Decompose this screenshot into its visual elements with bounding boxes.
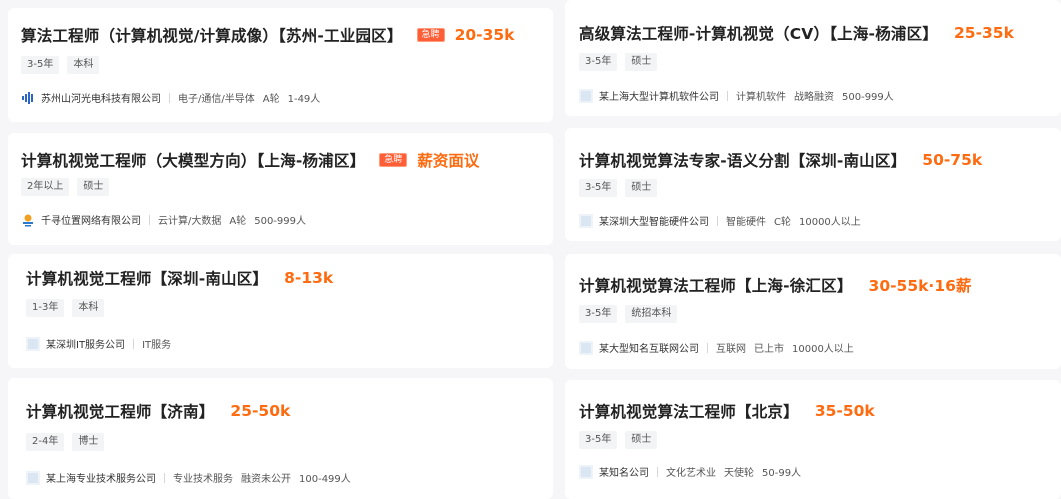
tag-experience: 2年以上 <box>21 178 70 196</box>
company-name[interactable]: 苏州山河光电科技有限公司 <box>41 90 161 105</box>
job-card[interactable]: 计算机视觉工程师【深圳-南山区】 8-13k 1-3年 本科 某深圳IT服务公司… <box>8 254 553 368</box>
company-name[interactable]: 千寻位置网络有限公司 <box>41 212 141 227</box>
company-industry: 互联网 <box>716 344 746 355</box>
tag-experience: 2-4年 <box>26 433 65 451</box>
company-industry: 计算机软件 <box>736 92 786 103</box>
job-card[interactable]: 计算机视觉算法工程师【上海-徐汇区】 30-55k·16薪 3-5年 统招本科 … <box>565 254 1061 369</box>
job-card[interactable]: 算法工程师（计算机视觉/计算成像）【苏州-工业园区】 急聘 20-35k 3-5… <box>8 8 553 122</box>
salary: 30-55k·16薪 <box>868 277 972 295</box>
tag-education: 统招本科 <box>625 305 678 323</box>
company-industry: 专业技术服务 <box>173 474 233 485</box>
tag-education: 本科 <box>72 299 105 317</box>
company-logo-icon <box>26 470 40 485</box>
salary: 8-13k <box>284 269 334 287</box>
job-title[interactable]: 计算机视觉算法工程师【上海-徐汇区】 <box>579 274 853 296</box>
company-logo-icon <box>23 214 33 226</box>
company-name[interactable]: 某深圳IT服务公司 <box>46 336 125 351</box>
company-stage: C轮 <box>774 217 791 228</box>
company-name[interactable]: 某知名公司 <box>599 464 649 479</box>
company-logo-icon <box>579 464 593 479</box>
tag-education: 硕士 <box>625 179 658 197</box>
urgent-badge: 急聘 <box>416 28 445 42</box>
company-stage: 天使轮 <box>724 468 754 479</box>
company-size: 50-99人 <box>762 468 802 479</box>
company-industry: IT服务 <box>142 340 172 351</box>
company-industry: 文化艺术业 <box>666 468 716 479</box>
company-logo-icon <box>579 213 593 228</box>
company-stage: 融资未公开 <box>241 474 291 485</box>
job-title[interactable]: 计算机视觉工程师【济南】 <box>26 400 214 422</box>
salary: 20-35k <box>454 26 515 44</box>
tag-education: 博士 <box>72 433 105 451</box>
tag-experience: 3-5年 <box>579 305 618 323</box>
tag-experience: 3-5年 <box>579 431 618 449</box>
company-size: 1-49人 <box>287 94 321 105</box>
job-card[interactable]: 计算机视觉工程师（大模型方向）【上海-杨浦区】 急聘 薪资面议 2年以上 硕士 … <box>8 133 553 245</box>
salary: 25-35k <box>954 24 1014 42</box>
company-industry: 电子/通信/半导体 <box>178 94 255 105</box>
tag-experience: 3-5年 <box>21 56 60 74</box>
job-card[interactable]: 高级算法工程师-计算机视觉（CV）【上海-杨浦区】 25-35k 3-5年 硕士… <box>565 0 1061 116</box>
salary: 25-50k <box>230 402 291 420</box>
job-title[interactable]: 计算机视觉算法专家-语义分割【深圳-南山区】 <box>579 149 906 171</box>
company-size: 500-999人 <box>254 216 307 227</box>
company-logo-icon <box>579 340 593 355</box>
divider <box>133 338 135 349</box>
company-size: 10000人以上 <box>792 344 854 355</box>
company-size: 100-499人 <box>299 474 351 485</box>
company-name[interactable]: 某上海专业技术服务公司 <box>46 470 156 485</box>
tag-education: 本科 <box>67 56 100 74</box>
job-title[interactable]: 算法工程师（计算机视觉/计算成像）【苏州-工业园区】 <box>21 24 403 46</box>
company-industry: 智能硬件 <box>726 217 766 228</box>
company-logo-icon <box>26 336 40 351</box>
company-size: 500-999人 <box>842 92 894 103</box>
tag-experience: 3-5年 <box>579 179 618 197</box>
job-title[interactable]: 高级算法工程师-计算机视觉（CV）【上海-杨浦区】 <box>579 22 938 44</box>
company-stage: A轮 <box>262 94 280 105</box>
divider <box>717 215 718 226</box>
company-industry: 云计算/大数据 <box>158 216 222 227</box>
job-card[interactable]: 计算机视觉算法专家-语义分割【深圳-南山区】 50-75k 3-5年 硕士 某深… <box>565 128 1061 241</box>
company-name[interactable]: 某大型知名互联网公司 <box>599 340 699 355</box>
job-title[interactable]: 计算机视觉工程师【深圳-南山区】 <box>26 267 268 289</box>
company-name[interactable]: 某上海大型计算机软件公司 <box>599 88 719 103</box>
tag-education: 硕士 <box>625 431 658 449</box>
tag-education: 硕士 <box>625 53 658 71</box>
tag-experience: 3-5年 <box>579 53 618 71</box>
company-stage: 已上市 <box>754 344 784 355</box>
company-stage: A轮 <box>229 216 247 227</box>
urgent-badge: 急聘 <box>379 153 408 167</box>
divider <box>149 214 150 225</box>
job-title[interactable]: 计算机视觉工程师（大模型方向）【上海-杨浦区】 <box>21 149 365 171</box>
divider <box>657 466 658 477</box>
salary: 35-50k <box>814 402 875 420</box>
company-size: 10000人以上 <box>798 217 861 228</box>
divider <box>164 472 165 483</box>
salary: 薪资面议 <box>417 152 480 170</box>
tag-experience: 1-3年 <box>26 299 65 317</box>
tag-education: 硕士 <box>77 178 110 196</box>
divider <box>707 342 708 353</box>
divider <box>727 90 728 101</box>
job-card[interactable]: 计算机视觉工程师【济南】 25-50k 2-4年 博士 某上海专业技术服务公司 … <box>8 378 553 499</box>
job-card[interactable]: 计算机视觉算法工程师【北京】 35-50k 3-5年 硕士 某知名公司 文化艺术… <box>565 380 1061 499</box>
divider <box>169 92 170 103</box>
company-logo-icon <box>579 88 593 103</box>
company-name[interactable]: 某深圳大型智能硬件公司 <box>599 213 709 228</box>
job-title[interactable]: 计算机视觉算法工程师【北京】 <box>579 400 799 422</box>
company-stage: 战略融资 <box>794 92 834 103</box>
salary: 50-75k <box>922 151 983 169</box>
company-logo-icon <box>22 91 33 104</box>
